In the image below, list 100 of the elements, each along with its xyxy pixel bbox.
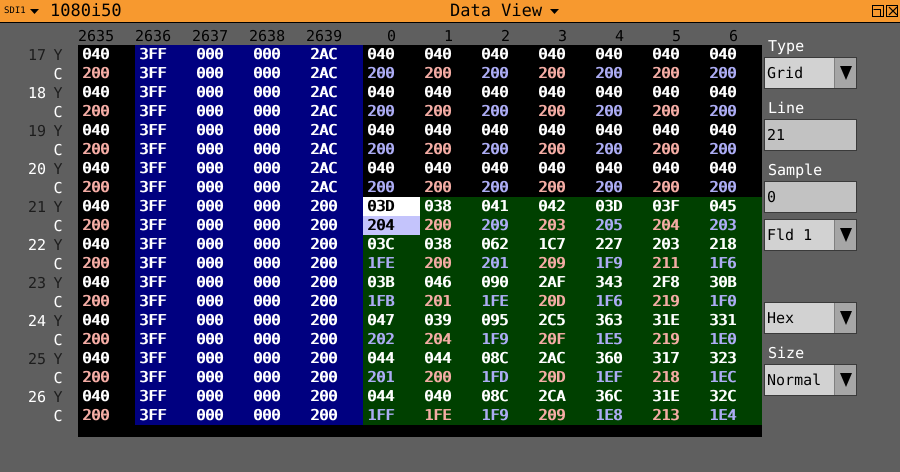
table-cell[interactable]: 000: [249, 45, 306, 64]
close-icon[interactable]: [886, 5, 898, 17]
table-cell[interactable]: 08C: [477, 349, 534, 368]
table-cell[interactable]: 3FF: [135, 349, 192, 368]
table-cell[interactable]: 200: [306, 387, 363, 406]
table-cell[interactable]: 20D: [534, 292, 591, 311]
table-cell[interactable]: 3FF: [135, 197, 192, 216]
table-cell[interactable]: 1FE: [477, 292, 534, 311]
table-cell[interactable]: 3FF: [135, 45, 192, 64]
table-cell[interactable]: 31E: [648, 311, 705, 330]
table-cell[interactable]: 044: [363, 387, 420, 406]
table-cell[interactable]: 200: [420, 216, 477, 235]
dropdown[interactable]: Hex: [764, 302, 857, 334]
table-cell[interactable]: 200: [306, 254, 363, 273]
table-cell[interactable]: 045: [705, 197, 762, 216]
view-menu[interactable]: Data View: [450, 1, 560, 21]
table-cell[interactable]: 090: [477, 273, 534, 292]
table-cell[interactable]: 3FF: [135, 273, 192, 292]
table-cell[interactable]: 03F: [648, 197, 705, 216]
table-cell[interactable]: 000: [192, 64, 249, 83]
table-cell[interactable]: 1F9: [477, 406, 534, 425]
table-cell[interactable]: 000: [249, 292, 306, 311]
table-cell[interactable]: 041: [477, 197, 534, 216]
table-cell[interactable]: 000: [192, 311, 249, 330]
table-cell[interactable]: 000: [192, 368, 249, 387]
table-cell[interactable]: 3FF: [135, 178, 192, 197]
table-cell[interactable]: 039: [420, 311, 477, 330]
dropdown[interactable]: Grid: [764, 57, 857, 89]
table-cell[interactable]: 000: [192, 406, 249, 425]
table-cell[interactable]: 000: [249, 387, 306, 406]
table-cell[interactable]: 000: [192, 216, 249, 235]
table-cell[interactable]: 2CA: [534, 387, 591, 406]
table-cell[interactable]: 219: [648, 330, 705, 349]
table-cell[interactable]: 227: [591, 235, 648, 254]
table-cell[interactable]: 200: [306, 292, 363, 311]
table-cell[interactable]: 200: [306, 273, 363, 292]
table-cell[interactable]: 200: [420, 368, 477, 387]
table-cell[interactable]: 201: [420, 292, 477, 311]
table-cell[interactable]: 201: [477, 254, 534, 273]
table-cell[interactable]: 000: [192, 159, 249, 178]
table-cell[interactable]: 03C: [363, 235, 420, 254]
table-cell[interactable]: 000: [249, 406, 306, 425]
table-cell[interactable]: 2AC: [306, 64, 363, 83]
table-cell[interactable]: 044: [363, 349, 420, 368]
table-cell[interactable]: 32C: [705, 387, 762, 406]
table-cell[interactable]: 1FF: [363, 406, 420, 425]
table-cell[interactable]: 3FF: [135, 387, 192, 406]
table-cell[interactable]: 038: [420, 197, 477, 216]
table-cell[interactable]: 000: [192, 140, 249, 159]
caret-icon[interactable]: [834, 365, 856, 395]
table-cell[interactable]: 000: [192, 254, 249, 273]
table-cell[interactable]: 1E4: [705, 406, 762, 425]
table-cell[interactable]: 200: [306, 349, 363, 368]
table-cell[interactable]: 2AC: [306, 83, 363, 102]
table-cell[interactable]: 000: [249, 235, 306, 254]
table-cell[interactable]: 36C: [591, 387, 648, 406]
table-cell[interactable]: 1FE: [363, 254, 420, 273]
table-cell[interactable]: 3FF: [135, 235, 192, 254]
input-field[interactable]: 0: [764, 181, 857, 213]
table-cell[interactable]: 200: [306, 197, 363, 216]
table-cell[interactable]: 3FF: [135, 368, 192, 387]
table-cell[interactable]: 038: [420, 235, 477, 254]
table-cell[interactable]: 204: [363, 216, 420, 235]
source-menu[interactable]: SDI1: [4, 6, 50, 16]
table-cell[interactable]: 000: [192, 102, 249, 121]
table-cell[interactable]: 062: [477, 235, 534, 254]
table-cell[interactable]: 3FF: [135, 330, 192, 349]
table-cell[interactable]: 203: [705, 216, 762, 235]
table-cell[interactable]: 000: [192, 235, 249, 254]
table-cell[interactable]: 30B: [705, 273, 762, 292]
table-cell[interactable]: 202: [363, 330, 420, 349]
table-cell[interactable]: 1E5: [591, 330, 648, 349]
table-cell[interactable]: 1FE: [420, 406, 477, 425]
dropdown[interactable]: Normal: [764, 364, 857, 396]
table-cell[interactable]: 2AF: [534, 273, 591, 292]
table-cell[interactable]: 20F: [534, 330, 591, 349]
input-field[interactable]: 21: [764, 119, 857, 151]
table-cell[interactable]: 31E: [648, 387, 705, 406]
table-cell[interactable]: 201: [363, 368, 420, 387]
table-cell[interactable]: 1EC: [705, 368, 762, 387]
table-cell[interactable]: 3FF: [135, 254, 192, 273]
table-cell[interactable]: 047: [363, 311, 420, 330]
table-cell[interactable]: 000: [249, 178, 306, 197]
table-cell[interactable]: 000: [249, 273, 306, 292]
table-cell[interactable]: 000: [192, 197, 249, 216]
table-cell[interactable]: 1F6: [705, 254, 762, 273]
table-cell[interactable]: 2AC: [534, 349, 591, 368]
table-cell[interactable]: 363: [591, 311, 648, 330]
table-cell[interactable]: 000: [249, 64, 306, 83]
table-cell[interactable]: 209: [477, 216, 534, 235]
table-cell[interactable]: 343: [591, 273, 648, 292]
table-cell[interactable]: 200: [306, 330, 363, 349]
table-cell[interactable]: 1EF: [591, 368, 648, 387]
table-cell[interactable]: 000: [192, 330, 249, 349]
table-cell[interactable]: 000: [249, 254, 306, 273]
table-cell[interactable]: 2AC: [306, 159, 363, 178]
table-cell[interactable]: 1F9: [477, 330, 534, 349]
table-cell[interactable]: 1E8: [591, 406, 648, 425]
table-cell[interactable]: 213: [648, 406, 705, 425]
table-cell[interactable]: 3FF: [135, 159, 192, 178]
